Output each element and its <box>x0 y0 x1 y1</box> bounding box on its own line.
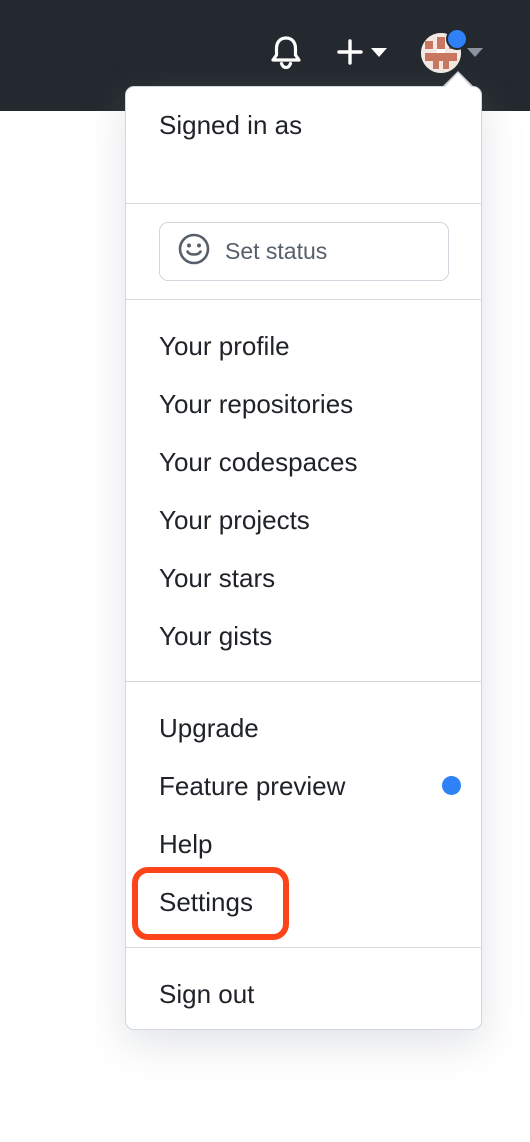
feature-preview-dot <box>442 776 461 795</box>
menu-item-help[interactable]: Help <box>159 828 212 860</box>
divider <box>126 203 481 204</box>
menu-item-upgrade[interactable]: Upgrade <box>159 712 259 744</box>
notification-dot <box>446 28 468 50</box>
menu-item-your-stars[interactable]: Your stars <box>159 562 275 594</box>
bell-icon[interactable] <box>268 34 304 70</box>
divider <box>126 681 481 682</box>
divider <box>126 299 481 300</box>
plus-icon[interactable] <box>334 34 366 70</box>
menu-item-feature-preview[interactable]: Feature preview <box>159 770 345 802</box>
set-status-button[interactable]: Set status <box>159 222 449 281</box>
menu-item-your-codespaces[interactable]: Your codespaces <box>159 446 358 478</box>
user-avatar-button[interactable] <box>420 28 468 74</box>
user-menu-dropdown: Signed in as Set status Your profile You… <box>125 86 482 1030</box>
dropdown-pointer-fill <box>445 73 471 87</box>
signed-in-label: Signed in as <box>159 110 303 140</box>
caret-down-icon[interactable] <box>466 46 484 60</box>
set-status-label: Set status <box>225 238 328 264</box>
menu-item-sign-out[interactable]: Sign out <box>159 978 254 1010</box>
settings-highlight-outline <box>132 867 289 940</box>
menu-item-your-profile[interactable]: Your profile <box>159 330 290 362</box>
menu-item-your-gists[interactable]: Your gists <box>159 620 272 652</box>
divider <box>126 947 481 948</box>
smiley-icon <box>177 232 211 271</box>
caret-down-icon[interactable] <box>370 46 388 60</box>
menu-item-your-projects[interactable]: Your projects <box>159 504 310 536</box>
menu-item-your-repositories[interactable]: Your repositories <box>159 388 353 420</box>
